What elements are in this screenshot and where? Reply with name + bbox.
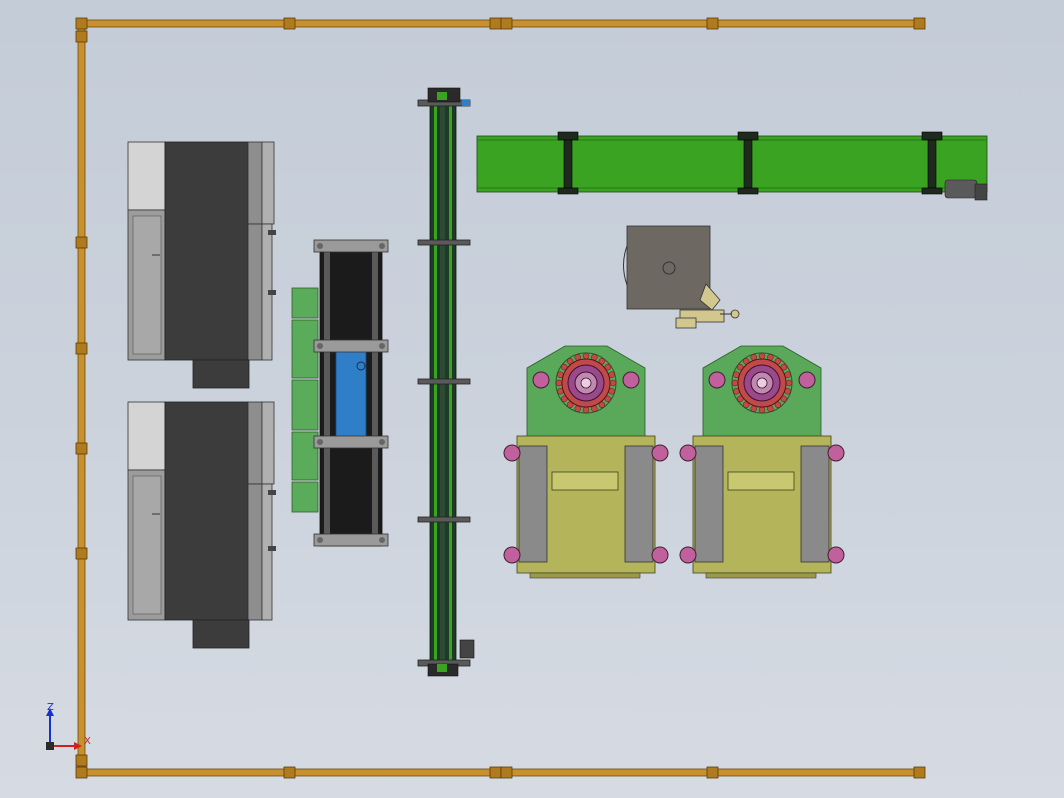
horizontal-belt-conveyor[interactable] xyxy=(476,131,988,201)
triad-x-label: X xyxy=(84,736,91,747)
tray-rack[interactable] xyxy=(291,239,389,547)
rotary-press-station-2[interactable] xyxy=(679,345,845,579)
electrical-cabinet-1[interactable] xyxy=(127,141,276,389)
triad-z-label: Z xyxy=(47,702,54,713)
robot-arm[interactable] xyxy=(623,225,740,329)
cad-viewport[interactable]: Z X xyxy=(0,0,1064,798)
rotary-press-station-1[interactable] xyxy=(503,345,669,579)
rack-side-panels xyxy=(291,287,319,513)
vertical-chain-conveyor[interactable] xyxy=(417,87,475,677)
gear-tooth xyxy=(758,406,766,414)
gear-tooth xyxy=(582,352,590,360)
electrical-cabinet-2[interactable] xyxy=(127,401,276,649)
gear-tooth xyxy=(758,352,766,360)
gear-tooth xyxy=(609,379,617,387)
gear-tooth xyxy=(582,406,590,414)
belt-motor-icon xyxy=(944,179,978,199)
gear-tooth xyxy=(731,379,739,387)
gear-tooth xyxy=(555,379,563,387)
gear-tooth xyxy=(785,379,793,387)
